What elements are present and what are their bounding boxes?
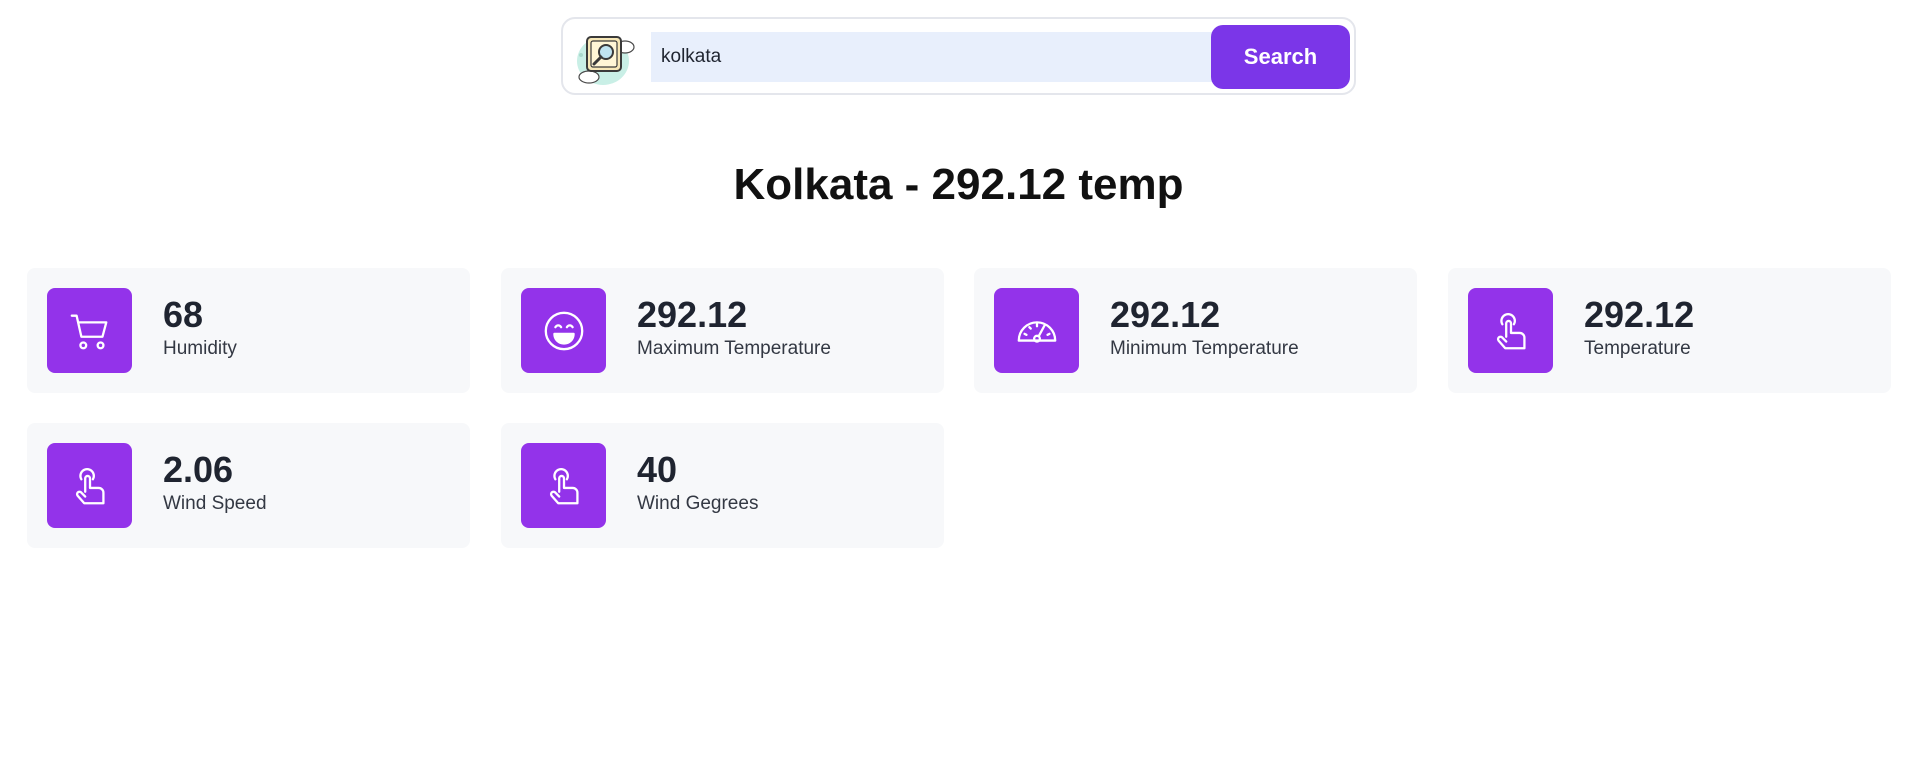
gauge-icon	[994, 288, 1079, 373]
cart-icon	[47, 288, 132, 373]
stat-value: 40	[637, 449, 678, 490]
weather-app: Search Kolkata - 292.12 temp 68 Humidity…	[0, 0, 1917, 757]
search-button[interactable]: Search	[1211, 25, 1350, 89]
stat-value: 2.06	[163, 449, 234, 490]
search-bar: Search	[561, 17, 1356, 95]
stat-card-maximum-temperature: 292.12 Maximum Temperature	[501, 268, 944, 393]
stat-value: 292.12	[1584, 294, 1695, 335]
weather-search-logo-icon	[573, 25, 637, 89]
pointer-hand-icon	[521, 443, 606, 528]
stat-value: 292.12	[1110, 294, 1221, 335]
stat-value: 292.12	[637, 294, 748, 335]
stat-card-temperature: 292.12 Temperature	[1448, 268, 1891, 393]
page-title: Kolkata - 292.12 temp	[733, 160, 1184, 209]
stat-card-wind-degrees: 40 Wind Gegrees	[501, 423, 944, 548]
stat-label: Minimum Temperature	[1110, 338, 1299, 359]
pointer-hand-icon	[47, 443, 132, 528]
stat-label: Wind Speed	[163, 493, 267, 514]
stat-value: 68	[163, 294, 204, 335]
smile-icon	[521, 288, 606, 373]
stat-card-minimum-temperature: 292.12 Minimum Temperature	[974, 268, 1417, 393]
stat-label: Maximum Temperature	[637, 338, 831, 359]
search-input[interactable]	[651, 32, 1216, 82]
stat-card-wind-speed: 2.06 Wind Speed	[27, 423, 470, 548]
pointer-hand-icon	[1468, 288, 1553, 373]
stat-label: Temperature	[1584, 338, 1691, 359]
stat-label: Wind Gegrees	[637, 493, 759, 514]
stat-label: Humidity	[163, 338, 237, 359]
stat-card-humidity: 68 Humidity	[27, 268, 470, 393]
